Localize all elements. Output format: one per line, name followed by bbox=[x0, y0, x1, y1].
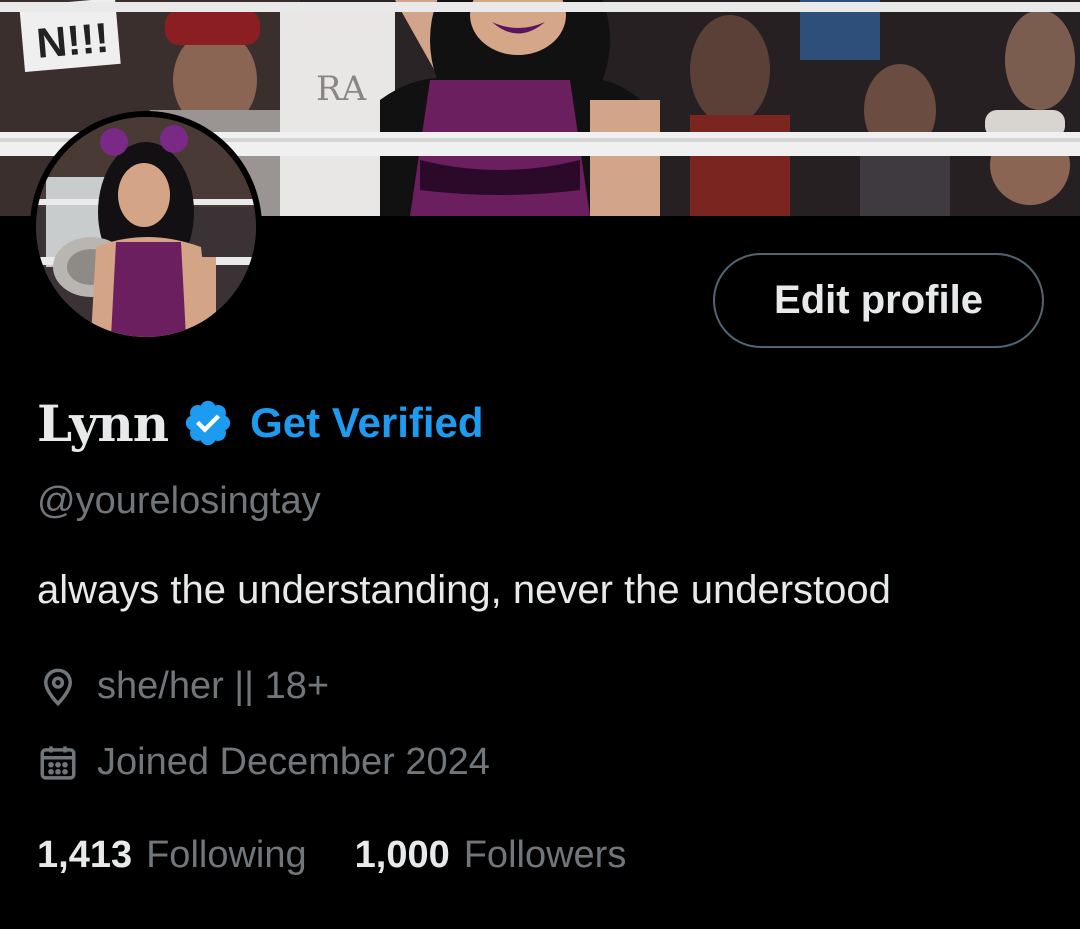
edit-profile-button[interactable]: Edit profile bbox=[713, 253, 1044, 348]
verified-badge-icon[interactable] bbox=[182, 397, 234, 449]
profile-handle: @yourelosingtay bbox=[37, 480, 321, 522]
follow-stats: 1,413 Following 1,000 Followers bbox=[37, 834, 626, 877]
banner-sign-text: N!!! bbox=[35, 14, 111, 67]
following-link[interactable]: 1,413 Following bbox=[37, 834, 307, 877]
display-name: Lynn bbox=[37, 393, 169, 453]
location-text: she/her || 18+ bbox=[97, 665, 330, 707]
followers-link[interactable]: 1,000 Followers bbox=[355, 834, 627, 877]
joined-text: Joined December 2024 bbox=[97, 741, 490, 783]
location-pin-icon bbox=[37, 666, 79, 708]
calendar-icon bbox=[37, 742, 79, 784]
name-row: Lynn Get Verified bbox=[37, 388, 484, 458]
followers-count: 1,000 bbox=[354, 834, 450, 876]
profile-bio: always the understanding, never the unde… bbox=[37, 568, 891, 612]
profile-joined-date: Joined December 2024 bbox=[37, 741, 490, 784]
followers-label: Followers bbox=[463, 834, 627, 876]
following-count: 1,413 bbox=[37, 834, 133, 876]
get-verified-link[interactable]: Get Verified bbox=[250, 399, 483, 447]
following-label: Following bbox=[146, 834, 307, 876]
svg-text:RA: RA bbox=[316, 69, 367, 109]
avatar[interactable] bbox=[30, 111, 262, 343]
profile-location: she/her || 18+ bbox=[37, 665, 329, 708]
avatar-image bbox=[36, 117, 256, 337]
